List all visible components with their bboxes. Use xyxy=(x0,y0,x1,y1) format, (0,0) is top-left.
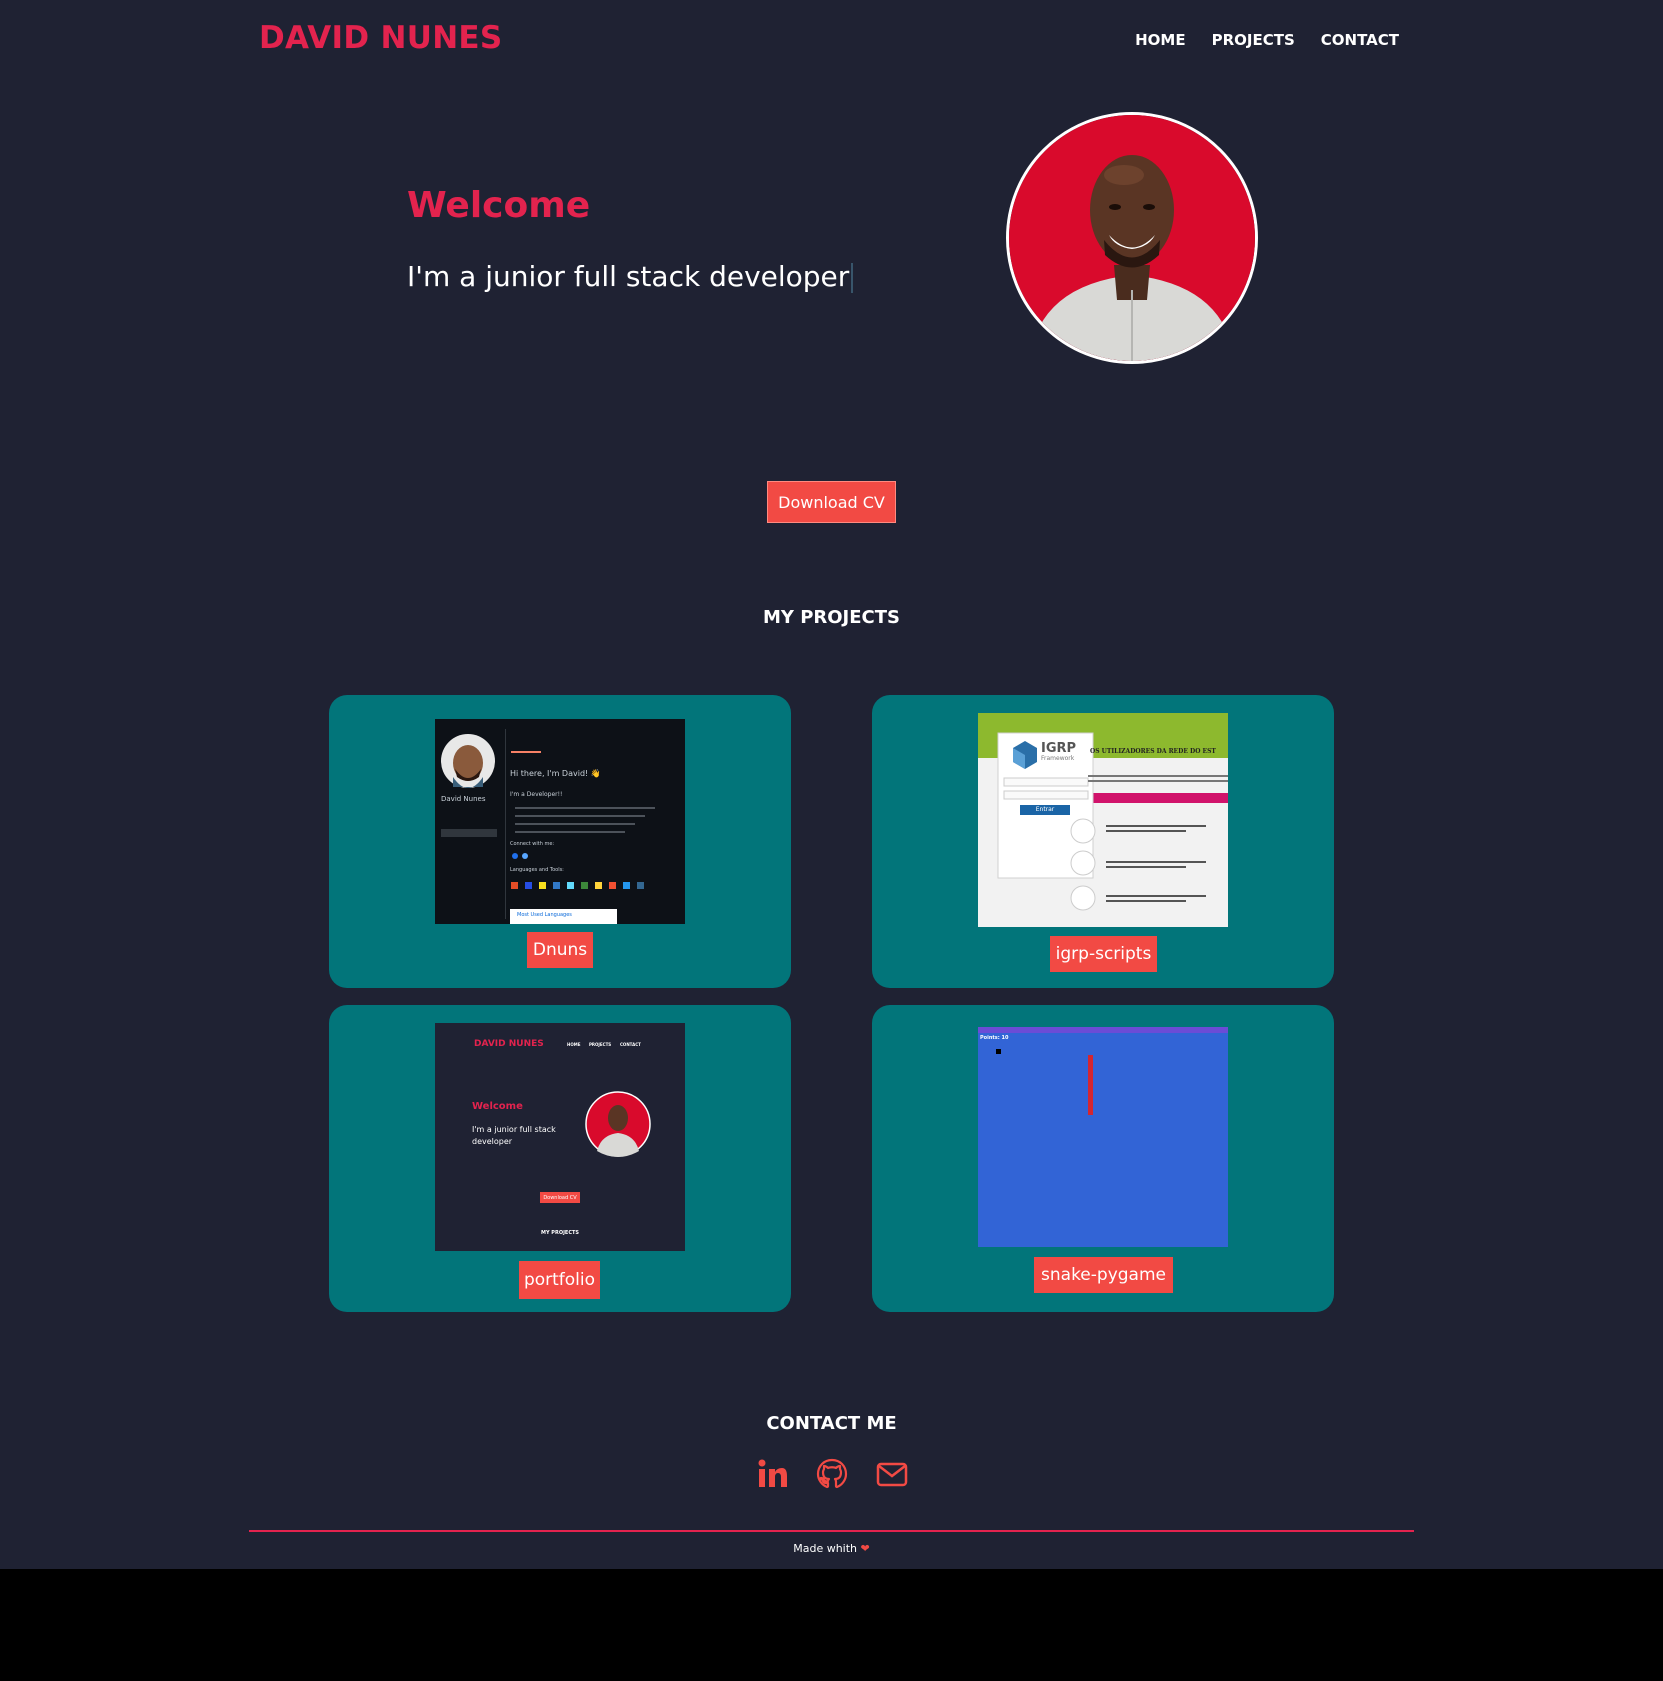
typing-caret xyxy=(851,263,854,293)
project-thumbnail-igrp[interactable]: IGRP Framework OS UTILIZADORES DA REDE D… xyxy=(978,713,1228,927)
igrp-heading: OS UTILIZADORES DA REDE DO EST xyxy=(1090,748,1216,755)
pf-thumb-logo: DAVID NUNES xyxy=(474,1039,544,1049)
nav-contact-link[interactable]: CONTACT xyxy=(1321,31,1399,49)
thumb-subtitle: I'm a Developer!! xyxy=(510,791,563,798)
thumb-langs: Languages and Tools: xyxy=(510,867,564,873)
project-card-igrp-scripts[interactable]: IGRP Framework OS UTILIZADORES DA REDE D… xyxy=(872,695,1334,988)
linkedin-icon[interactable] xyxy=(755,1457,789,1491)
snake-score: Points: 10 xyxy=(980,1035,1009,1041)
main-nav: HOME PROJECTS CONTACT xyxy=(1135,31,1399,49)
project-label-portfolio[interactable]: portfolio xyxy=(519,1261,600,1299)
igrp-logo-text: IGRP xyxy=(1041,741,1077,756)
igrp-login-button: Entrar xyxy=(1035,806,1055,813)
project-card-dnuns[interactable]: Hi there, I'm David! 👋 David Nunes I'm a… xyxy=(329,695,791,988)
page: DAVID NUNES HOME PROJECTS CONTACT Welcom… xyxy=(0,0,1663,1569)
project-thumbnail-dnuns[interactable]: Hi there, I'm David! 👋 David Nunes I'm a… xyxy=(435,719,685,924)
hero-tagline-text: I'm a junior full stack developer xyxy=(407,260,850,293)
footer-divider xyxy=(249,1530,1414,1532)
download-cv-button[interactable]: Download CV xyxy=(767,481,896,523)
pf-thumb-nav-home: HOME xyxy=(567,1042,581,1047)
nav-projects-link[interactable]: PROJECTS xyxy=(1212,31,1295,49)
pf-thumb-nav-contact: CONTACT xyxy=(620,1042,641,1047)
project-card-snake-pygame[interactable]: Points: 10 snake-pygame xyxy=(872,1005,1334,1312)
heart-icon: ❤ xyxy=(860,1542,870,1555)
site-logo[interactable]: DAVID NUNES xyxy=(259,20,503,56)
pf-thumb-tagline: I'm a junior full stack developer xyxy=(472,1125,556,1146)
profile-photo xyxy=(1006,112,1258,364)
nav-home-link[interactable]: HOME xyxy=(1135,31,1185,49)
project-label-dnuns[interactable]: Dnuns xyxy=(527,932,593,968)
project-label-igrp-scripts[interactable]: igrp-scripts xyxy=(1050,936,1157,972)
project-card-portfolio[interactable]: DAVID NUNES HOME PROJECTS CONTACT Welcom… xyxy=(329,1005,791,1312)
envelope-icon[interactable] xyxy=(875,1457,909,1491)
footer-text: Made whith xyxy=(793,1542,858,1555)
thumb-greeting: Hi there, I'm David! 👋 xyxy=(510,769,601,778)
footer: Made whith ❤ xyxy=(0,1542,1663,1555)
pf-thumb-download: Download CV xyxy=(540,1192,580,1203)
pf-thumb-nav-projects: PROJECTS xyxy=(589,1042,612,1047)
github-icon[interactable] xyxy=(815,1457,849,1491)
contact-title: CONTACT ME xyxy=(766,1413,897,1434)
hero-tagline: I'm a junior full stack developer xyxy=(407,260,854,293)
project-label-snake-pygame[interactable]: snake-pygame xyxy=(1034,1257,1173,1293)
social-links xyxy=(0,1457,1663,1491)
thumb-name: David Nunes xyxy=(441,795,486,803)
pf-thumb-projects: MY PROJECTS xyxy=(540,1230,580,1236)
thumb-most-used: Most Used Languages xyxy=(517,912,572,918)
project-thumbnail-portfolio[interactable]: DAVID NUNES HOME PROJECTS CONTACT Welcom… xyxy=(435,1023,685,1251)
pf-thumb-welcome: Welcome xyxy=(472,1101,523,1112)
projects-title: MY PROJECTS xyxy=(762,607,900,628)
igrp-logo-sub: Framework xyxy=(1041,755,1075,762)
thumb-connect: Connect with me: xyxy=(510,841,555,847)
hero-welcome: Welcome xyxy=(407,185,591,226)
project-thumbnail-snake[interactable]: Points: 10 xyxy=(978,1027,1228,1247)
